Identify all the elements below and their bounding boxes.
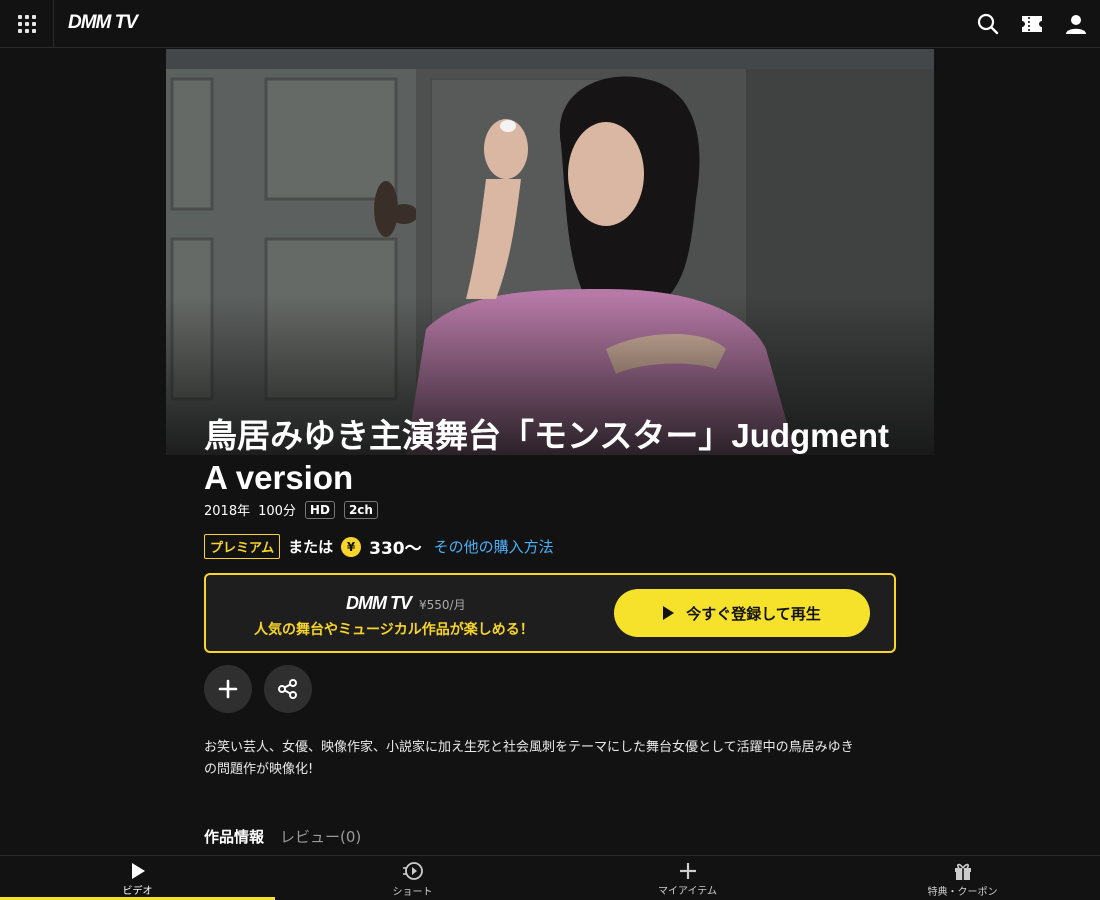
short-play-icon	[402, 861, 423, 880]
price-row: プレミアム または ¥ 330〜 その他の購入方法	[204, 534, 554, 559]
nav-label: 特典・クーポン	[927, 886, 998, 898]
release-year: 2018年	[204, 504, 251, 519]
detail-tabs: 作品情報 レビュー(0)	[204, 826, 361, 847]
monthly-price: ¥550/月	[419, 598, 466, 612]
share-button[interactable]	[264, 665, 312, 713]
audio-channel-badge: 2ch	[343, 500, 378, 519]
nav-item-coupons[interactable]: 特典・クーポン	[825, 856, 1100, 900]
subscribe-and-play-button[interactable]: 今すぐ登録して再生	[614, 589, 870, 637]
bottom-navigation: ビデオ ショート マイアイテム 特典・クーポン	[0, 855, 1100, 900]
play-icon	[131, 862, 145, 879]
dmm-tv-logo[interactable]: DMM TV	[68, 12, 138, 34]
work-meta: 2018年 100分 HD 2ch	[204, 500, 378, 519]
nav-item-video[interactable]: ビデオ	[0, 856, 275, 900]
nav-item-my-items[interactable]: マイアイテム	[550, 856, 825, 900]
app-header: DMM TV	[0, 0, 1100, 48]
nav-item-short[interactable]: ショート	[275, 856, 550, 900]
promo-tagline: 人気の舞台やミュージカル作品が楽しめる！	[254, 622, 534, 638]
plus-icon	[679, 862, 696, 879]
grid-menu-icon[interactable]	[0, 0, 54, 48]
or-label: または	[288, 538, 334, 556]
subscribe-button-label: 今すぐ登録して再生	[686, 604, 821, 623]
plus-icon	[218, 679, 238, 699]
share-icon	[278, 679, 297, 699]
subscription-promo: DMM TV ¥550/月 人気の舞台やミュージカル作品が楽しめる！ 今すぐ登録…	[204, 573, 896, 653]
promo-logo: DMM TV	[346, 593, 412, 613]
duration: 100分	[258, 504, 296, 519]
tab-work-info[interactable]: 作品情報	[204, 826, 264, 847]
page-title: 鳥居みゆき主演舞台「モンスター」Judgment A version	[204, 417, 890, 496]
nav-label: マイアイテム	[658, 885, 717, 897]
nav-label: ビデオ	[122, 885, 153, 897]
nav-label: ショート	[392, 886, 433, 898]
gift-icon	[954, 863, 971, 880]
work-description: お笑い芸人、女優、映像作家、小説家に加え生死と社会風刺をテーマにした舞台女優とし…	[204, 740, 854, 777]
user-icon[interactable]	[1064, 12, 1088, 36]
premium-badge: プレミアム	[204, 534, 281, 559]
hd-badge: HD	[304, 500, 335, 519]
play-icon	[663, 606, 675, 620]
search-icon[interactable]	[976, 12, 1000, 36]
tab-reviews[interactable]: レビュー(0)	[280, 826, 361, 847]
other-purchase-methods-link[interactable]: その他の購入方法	[434, 536, 554, 557]
yen-icon: ¥	[341, 536, 362, 557]
add-to-list-button[interactable]	[204, 665, 252, 713]
hero-image	[166, 49, 934, 455]
price-value: 330〜	[369, 539, 422, 559]
ticket-icon[interactable]	[1020, 12, 1044, 36]
